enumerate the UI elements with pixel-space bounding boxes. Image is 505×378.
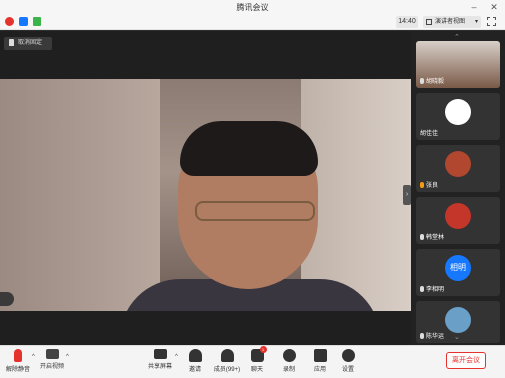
- info-icon[interactable]: [5, 17, 14, 26]
- signal-icon[interactable]: [33, 17, 41, 26]
- list-toggle-icon[interactable]: [0, 292, 14, 306]
- participant-tile[interactable]: 胡佳佳: [416, 93, 500, 140]
- window-title: 腾讯会议: [236, 3, 269, 12]
- participant-avatar: [445, 203, 471, 229]
- participant-avatar: [445, 307, 471, 333]
- screen-share-icon: [153, 349, 167, 359]
- apps-icon: [313, 349, 327, 362]
- participant-tile[interactable]: 胡晓毅: [416, 41, 500, 88]
- video-options-icon[interactable]: ^: [66, 354, 69, 360]
- shield-icon[interactable]: [19, 17, 28, 26]
- participant-tile[interactable]: 张良: [416, 145, 500, 192]
- mic-icon: [420, 333, 424, 340]
- participant-panel: ⌃ 胡晓毅 胡佳佳 张良 韩堂林 相明 李相明 陈华运 ⌄: [411, 31, 505, 345]
- mic-icon: [420, 78, 424, 85]
- chevron-down-icon: ▾: [474, 19, 478, 25]
- grid-view-icon: [426, 19, 432, 25]
- invite-button[interactable]: 邀请: [183, 349, 207, 373]
- chevron-up-icon[interactable]: ⌃: [454, 33, 460, 41]
- title-bar: 腾讯会议 – ✕: [0, 0, 505, 14]
- unpin-label: 取消固定: [18, 40, 43, 46]
- main-stage: 取消固定 ›: [0, 31, 411, 345]
- minimize-button[interactable]: –: [468, 1, 480, 13]
- chat-icon: 1: [250, 346, 267, 362]
- unmute-button[interactable]: 解除静音: [4, 349, 32, 373]
- view-label: 演讲者视图: [435, 19, 466, 25]
- bottom-toolbar: 解除静音 ^ 开启视频 ^ 共享屏幕 ^ 邀请 成员(99+) 1 聊天 录制 …: [0, 345, 505, 378]
- settings-button[interactable]: 设置: [337, 349, 359, 373]
- speaker-glasses: [195, 201, 315, 221]
- start-video-button[interactable]: 开启视频: [38, 349, 66, 370]
- participant-name: 胡佳佳: [420, 131, 439, 137]
- participant-tile[interactable]: 相明 李相明: [416, 249, 500, 296]
- gear-icon: [341, 349, 355, 362]
- participant-avatar: [445, 99, 471, 125]
- participant-tile[interactable]: 韩堂林: [416, 197, 500, 244]
- mic-icon: [420, 234, 424, 241]
- speaker-video: [0, 79, 411, 311]
- participant-name: 张良: [420, 180, 438, 189]
- speaker-hair: [180, 121, 318, 176]
- meeting-timer: 14:40: [396, 16, 418, 28]
- members-button[interactable]: 成员(99+): [210, 349, 244, 373]
- participant-avatar: 相明: [445, 255, 471, 281]
- record-icon: [282, 349, 296, 362]
- participant-name: 李相明: [420, 284, 444, 293]
- collapse-sidebar-icon[interactable]: ›: [403, 185, 411, 205]
- close-button[interactable]: ✕: [488, 1, 500, 13]
- participant-avatar: [445, 151, 471, 177]
- apps-button[interactable]: 应用: [309, 349, 331, 373]
- chat-button[interactable]: 1 聊天: [246, 346, 268, 373]
- mic-icon: [420, 286, 424, 293]
- participant-name: 韩堂林: [420, 232, 444, 241]
- meeting-window: 腾讯会议 – ✕ 14:40 演讲者视图 ▾ 取消固定 › ⌃ 胡晓毅 胡佳佳 …: [0, 0, 505, 378]
- share-screen-button[interactable]: 共享屏幕: [146, 349, 174, 370]
- share-options-icon[interactable]: ^: [175, 354, 178, 360]
- view-switch-button[interactable]: 演讲者视图 ▾: [423, 16, 481, 28]
- video-background: [0, 79, 160, 311]
- leave-meeting-button[interactable]: 离开会议: [446, 352, 486, 369]
- mic-icon: [420, 182, 424, 189]
- camera-off-icon: [45, 349, 59, 359]
- record-button[interactable]: 录制: [278, 349, 300, 373]
- participant-name: 胡晓毅: [420, 76, 444, 85]
- chevron-down-icon[interactable]: ⌄: [454, 333, 460, 341]
- participant-name: 陈华运: [420, 331, 444, 340]
- pin-icon: [9, 39, 14, 46]
- chat-badge: 1: [259, 346, 267, 353]
- top-toolbar: 14:40 演讲者视图 ▾: [0, 14, 505, 30]
- mic-options-icon[interactable]: ^: [32, 354, 35, 360]
- invite-icon: [188, 349, 202, 362]
- mic-muted-icon: [14, 349, 22, 362]
- members-icon: [220, 349, 234, 362]
- unpin-button[interactable]: 取消固定: [4, 37, 52, 50]
- fullscreen-icon[interactable]: [487, 17, 496, 26]
